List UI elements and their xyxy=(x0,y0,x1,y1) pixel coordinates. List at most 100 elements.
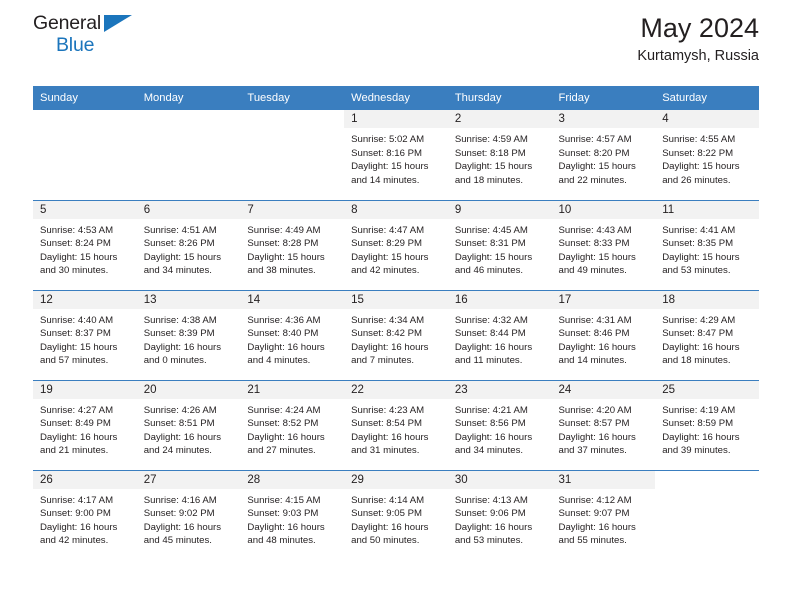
sunrise-time: Sunrise: 4:41 AM xyxy=(662,224,736,236)
sunrise-time: Sunrise: 4:20 AM xyxy=(558,404,632,416)
calendar-day-cell[interactable]: 27 Sunrise: 4:16 AM Sunset: 9:02 PM Dayligh… xyxy=(136,469,241,560)
sunrise-time: Sunrise: 4:55 AM xyxy=(662,134,736,145)
day-details: Sunrise: 4:27 AM Sunset: 8:49 PM Daylight:… xyxy=(33,399,137,458)
calendar-day-cell[interactable]: 20 Sunrise: 4:26 AM Sunset: 8:51 PM Dayligh… xyxy=(136,379,241,470)
daylight-duration-line2: and 50 minutes. xyxy=(351,535,420,547)
calendar-day-cell[interactable]: 12 Sunrise: 4:40 AM Sunset: 8:37 PM Dayligh… xyxy=(33,289,137,380)
sunrise-time: Sunrise: 4:23 AM xyxy=(351,404,425,416)
day-details: Sunrise: 4:34 AM Sunset: 8:42 PM Daylight:… xyxy=(344,309,448,368)
day-details: Sunrise: 4:51 AM Sunset: 8:26 PM Daylight:… xyxy=(137,219,241,278)
calendar-day-cell[interactable]: 25 Sunrise: 4:19 AM Sunset: 8:59 PM Dayligh… xyxy=(655,379,759,470)
calendar-day-cell[interactable]: 11 Sunrise: 4:41 AM Sunset: 8:35 PM Dayligh… xyxy=(655,199,759,290)
calendar-day-cell[interactable]: 5 Sunrise: 4:53 AM Sunset: 8:24 PM Daylight… xyxy=(33,199,137,290)
daylight-duration-line2: and 49 minutes. xyxy=(558,265,627,277)
day-number: 1 xyxy=(344,110,448,128)
calendar-day-cell[interactable]: 26 Sunrise: 4:17 AM Sunset: 9:00 PM Dayligh… xyxy=(33,469,137,560)
sunset-time: Sunset: 9:02 PM xyxy=(143,508,215,520)
sunset-time: Sunset: 8:26 PM xyxy=(143,238,215,250)
day-details: Sunrise: 4:14 AM Sunset: 9:05 PM Daylight:… xyxy=(344,489,448,548)
logo-text-general: General xyxy=(33,12,101,34)
daylight-duration-line1: Daylight: 16 hours xyxy=(662,341,740,353)
calendar-day-cell[interactable]: 8 Sunrise: 4:47 AM Sunset: 8:29 PM Daylight… xyxy=(344,199,448,290)
sunset-time: Sunset: 8:20 PM xyxy=(558,147,630,159)
daylight-duration-line1: Daylight: 15 hours xyxy=(662,161,740,173)
calendar-day-cell[interactable]: 16 Sunrise: 4:32 AM Sunset: 8:44 PM Dayligh… xyxy=(447,289,552,380)
day-number: 18 xyxy=(655,290,759,309)
day-number: 20 xyxy=(136,380,241,399)
sunset-time: Sunset: 9:05 PM xyxy=(351,508,423,520)
day-details: Sunrise: 4:23 AM Sunset: 8:54 PM Daylight:… xyxy=(344,399,448,458)
calendar-week-row: 26 Sunrise: 4:17 AM Sunset: 9:00 PM Dayligh… xyxy=(33,469,759,560)
sunrise-sunset-calendar: Sunday Monday Tuesday Wednesday Thursday… xyxy=(33,86,759,560)
day-number: 10 xyxy=(551,200,656,219)
day-number: 28 xyxy=(240,470,345,489)
sunrise-time: Sunrise: 4:26 AM xyxy=(143,404,217,416)
calendar-day-cell[interactable]: 28 Sunrise: 4:15 AM Sunset: 9:03 PM Dayligh… xyxy=(240,469,345,560)
daylight-duration-line1: Daylight: 16 hours xyxy=(558,521,636,533)
calendar-day-cell[interactable]: 6 Sunrise: 4:51 AM Sunset: 8:26 PM Daylight… xyxy=(136,199,241,290)
sunset-time: Sunset: 8:51 PM xyxy=(143,418,215,430)
sunset-time: Sunset: 9:00 PM xyxy=(40,508,111,520)
day-details: Sunrise: 4:19 AM Sunset: 8:59 PM Daylight:… xyxy=(655,399,759,458)
calendar-body: 1 Sunrise: 5:02 AM Sunset: 8:16 PM Daylight… xyxy=(33,110,759,560)
day-number: 8 xyxy=(344,200,448,219)
calendar-day-cell[interactable]: 17 Sunrise: 4:31 AM Sunset: 8:46 PM Dayligh… xyxy=(551,289,656,380)
calendar-day-cell[interactable]: 21 Sunrise: 4:24 AM Sunset: 8:52 PM Dayligh… xyxy=(240,379,345,470)
calendar-day-cell[interactable]: 10 Sunrise: 4:43 AM Sunset: 8:33 PM Dayligh… xyxy=(551,199,656,290)
sunset-time: Sunset: 8:18 PM xyxy=(454,147,526,159)
sunset-time: Sunset: 8:37 PM xyxy=(40,328,111,340)
calendar-week-row: 19 Sunrise: 4:27 AM Sunset: 8:49 PM Dayligh… xyxy=(33,379,759,470)
calendar-page: General Blue May 2024 Kurtamysh, Russia … xyxy=(0,0,792,612)
calendar-day-cell[interactable]: 3 Sunrise: 4:57 AM Sunset: 8:20 PM Daylight… xyxy=(551,110,656,200)
daylight-duration-line2: and 31 minutes. xyxy=(351,445,420,457)
calendar-day-cell[interactable]: 4 Sunrise: 4:55 AM Sunset: 8:22 PM Daylight… xyxy=(655,110,759,200)
sunrise-time: Sunrise: 4:32 AM xyxy=(454,314,528,326)
daylight-duration-line2: and 53 minutes. xyxy=(662,265,731,277)
daylight-duration-line1: Daylight: 15 hours xyxy=(558,251,636,263)
daylight-duration-line2: and 42 minutes. xyxy=(351,265,420,277)
day-number: 3 xyxy=(551,110,656,128)
sunset-time: Sunset: 8:42 PM xyxy=(351,328,423,340)
day-details: Sunrise: 4:40 AM Sunset: 8:37 PM Daylight:… xyxy=(33,309,137,368)
calendar-day-cell[interactable]: 31 Sunrise: 4:12 AM Sunset: 9:07 PM Dayligh… xyxy=(551,469,656,560)
daylight-duration-line1: Daylight: 15 hours xyxy=(351,161,429,173)
calendar-day-cell[interactable]: 15 Sunrise: 4:34 AM Sunset: 8:42 PM Dayligh… xyxy=(344,289,448,380)
calendar-day-cell[interactable]: 22 Sunrise: 4:23 AM Sunset: 8:54 PM Dayligh… xyxy=(344,379,448,470)
sunset-time: Sunset: 8:40 PM xyxy=(247,328,319,340)
day-number: 26 xyxy=(33,470,137,489)
daylight-duration-line1: Daylight: 16 hours xyxy=(40,431,118,443)
day-number: 23 xyxy=(447,380,552,399)
day-details: Sunrise: 4:32 AM Sunset: 8:44 PM Daylight:… xyxy=(448,309,552,368)
day-details: Sunrise: 5:02 AM Sunset: 8:16 PM Daylight:… xyxy=(344,128,448,187)
calendar-day-cell[interactable]: 14 Sunrise: 4:36 AM Sunset: 8:40 PM Dayligh… xyxy=(240,289,345,380)
calendar-day-cell[interactable]: 18 Sunrise: 4:29 AM Sunset: 8:47 PM Dayligh… xyxy=(655,289,759,380)
calendar-day-cell[interactable]: 19 Sunrise: 4:27 AM Sunset: 8:49 PM Dayligh… xyxy=(33,379,137,470)
calendar-day-cell[interactable]: 23 Sunrise: 4:21 AM Sunset: 8:56 PM Dayligh… xyxy=(447,379,552,470)
sunrise-time: Sunrise: 4:45 AM xyxy=(454,224,528,236)
calendar-cell-empty xyxy=(655,469,759,560)
daylight-duration-line2: and 42 minutes. xyxy=(40,535,109,547)
calendar-day-cell[interactable]: 9 Sunrise: 4:45 AM Sunset: 8:31 PM Daylight… xyxy=(447,199,552,290)
day-details: Sunrise: 4:20 AM Sunset: 8:57 PM Daylight:… xyxy=(552,399,656,458)
day-number xyxy=(33,110,137,128)
sunrise-time: Sunrise: 4:12 AM xyxy=(558,494,632,506)
calendar-day-cell[interactable]: 30 Sunrise: 4:13 AM Sunset: 9:06 PM Dayligh… xyxy=(447,469,552,560)
daylight-duration-line2: and 0 minutes. xyxy=(143,355,207,367)
sunrise-time: Sunrise: 4:47 AM xyxy=(351,224,425,236)
day-number: 13 xyxy=(136,290,241,309)
sunset-time: Sunset: 8:16 PM xyxy=(351,147,423,159)
sunset-time: Sunset: 8:31 PM xyxy=(454,238,526,250)
calendar-day-cell[interactable]: 29 Sunrise: 4:14 AM Sunset: 9:05 PM Dayligh… xyxy=(344,469,448,560)
daylight-duration-line1: Daylight: 15 hours xyxy=(454,161,533,173)
day-details: Sunrise: 4:53 AM Sunset: 8:24 PM Daylight:… xyxy=(33,219,137,278)
calendar-day-cell[interactable]: 24 Sunrise: 4:20 AM Sunset: 8:57 PM Dayligh… xyxy=(551,379,656,470)
day-number: 17 xyxy=(551,290,656,309)
sunrise-time: Sunrise: 4:15 AM xyxy=(247,494,321,506)
calendar-day-cell[interactable]: 13 Sunrise: 4:38 AM Sunset: 8:39 PM Dayligh… xyxy=(136,289,241,380)
daylight-duration-line2: and 48 minutes. xyxy=(247,535,316,547)
calendar-day-cell[interactable]: 7 Sunrise: 4:49 AM Sunset: 8:28 PM Daylight… xyxy=(240,199,345,290)
page-subtitle: Kurtamysh, Russia xyxy=(637,48,759,65)
daylight-duration-line2: and 22 minutes. xyxy=(558,174,627,186)
calendar-day-cell[interactable]: 1 Sunrise: 5:02 AM Sunset: 8:16 PM Daylight… xyxy=(344,110,448,200)
calendar-day-cell[interactable]: 2 Sunrise: 4:59 AM Sunset: 8:18 PM Daylight… xyxy=(447,110,552,200)
